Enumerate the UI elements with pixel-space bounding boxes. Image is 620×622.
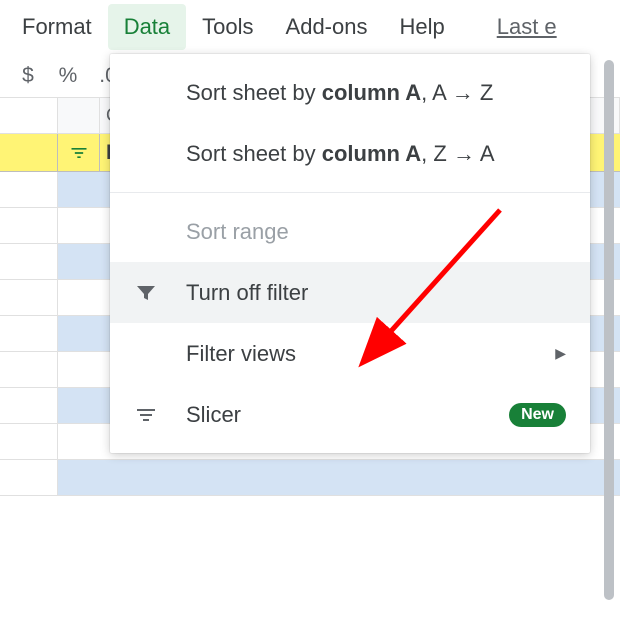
menu-tools[interactable]: Tools — [186, 4, 269, 50]
filter-button-col-b[interactable] — [58, 134, 100, 171]
menu-sort-sheet-za[interactable]: Sort sheet by column A, Z → A — [110, 123, 590, 184]
menu-sort-sheet-za-label: Sort sheet by column A, Z → A — [186, 137, 566, 170]
menu-filter-views[interactable]: Filter views ▶ — [110, 323, 590, 384]
menu-slicer[interactable]: Slicer New — [110, 384, 590, 445]
submenu-arrow-icon: ▶ — [555, 345, 566, 362]
row-header[interactable] — [0, 388, 58, 423]
menu-slicer-label: Slicer — [186, 398, 509, 431]
menu-addons[interactable]: Add-ons — [270, 4, 384, 50]
menu-divider — [110, 192, 590, 193]
menubar: Format Data Tools Add-ons Help Last e — [0, 0, 620, 54]
menu-help[interactable]: Help — [383, 4, 460, 50]
menu-format[interactable]: Format — [6, 4, 108, 50]
new-badge: New — [509, 403, 566, 427]
menu-turn-off-filter[interactable]: Turn off filter — [110, 262, 590, 323]
menu-sort-sheet-az-label: Sort sheet by column A, A → Z — [186, 76, 566, 109]
row-header[interactable] — [0, 172, 58, 207]
filter-funnel-icon — [134, 281, 186, 305]
dropdown-scrollbar[interactable] — [604, 60, 614, 600]
column-header-b[interactable] — [58, 98, 100, 133]
row-header[interactable] — [0, 460, 58, 495]
row-header[interactable] — [0, 352, 58, 387]
slicer-icon — [134, 403, 186, 427]
menu-turn-off-filter-label: Turn off filter — [186, 276, 566, 309]
select-all-cell[interactable] — [0, 98, 58, 133]
toolbar-percent[interactable]: % — [48, 64, 88, 88]
last-edit-link[interactable]: Last e — [481, 4, 573, 50]
row-header[interactable] — [0, 208, 58, 243]
menu-sort-range-label: Sort range — [186, 215, 566, 248]
row-header[interactable] — [0, 244, 58, 279]
menu-sort-range: Sort range — [110, 201, 590, 262]
row-header[interactable] — [0, 316, 58, 351]
menu-filter-views-label: Filter views — [186, 337, 555, 370]
menu-data[interactable]: Data — [108, 4, 186, 50]
filter-row-header[interactable] — [0, 134, 58, 171]
filter-icon — [69, 143, 89, 163]
row-header[interactable] — [0, 280, 58, 315]
menu-sort-sheet-az[interactable]: Sort sheet by column A, A → Z — [110, 62, 590, 123]
cell[interactable] — [58, 460, 620, 495]
row-header[interactable] — [0, 424, 58, 459]
data-menu-dropdown: Sort sheet by column A, A → Z Sort sheet… — [110, 54, 590, 453]
toolbar-currency[interactable]: $ — [8, 64, 48, 88]
